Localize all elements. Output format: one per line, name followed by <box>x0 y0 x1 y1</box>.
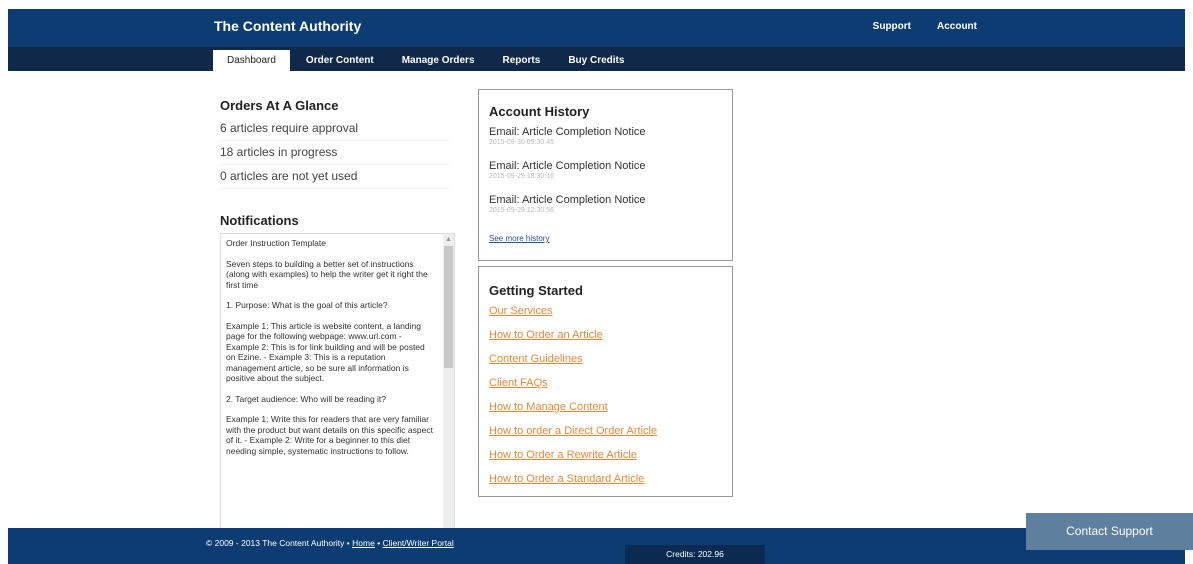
brand-title[interactable]: The Content Authority <box>214 18 361 34</box>
link-our-services[interactable]: Our Services <box>489 305 657 329</box>
scrollbar-thumb[interactable] <box>444 246 453 368</box>
notifications-panel[interactable]: Order Instruction Template Seven steps t… <box>220 233 455 530</box>
notification-paragraph: Example 1: This article is website conte… <box>226 320 425 384</box>
getting-started-title: Getting Started <box>489 283 583 298</box>
tab-dashboard[interactable]: Dashboard <box>213 50 290 71</box>
history-item-text: Email: Article Completion Notice <box>489 126 646 138</box>
glance-title: Orders At A Glance <box>220 98 339 113</box>
notifications-text: Order Instruction Template Seven steps t… <box>226 238 436 466</box>
history-item-date: 2015-09-29 18:30:16 <box>489 173 554 180</box>
footer-portal-link[interactable]: Client/Writer Portal <box>383 538 454 548</box>
tab-manage-orders[interactable]: Manage Orders <box>388 50 489 71</box>
link-direct-order-article[interactable]: How to order a Direct Order Article <box>489 425 657 449</box>
getting-started-links: Our Services How to Order an Article Con… <box>489 305 657 497</box>
history-item: Email: Article Completion Notice 2015-09… <box>489 126 719 146</box>
see-more-history-link[interactable]: See more history <box>489 234 549 243</box>
glance-line-unused: 0 articles are not yet used <box>220 165 450 189</box>
tab-reports[interactable]: Reports <box>489 50 555 71</box>
account-history-title: Account History <box>489 104 590 119</box>
account-history-panel: Account History Email: Article Completio… <box>478 89 733 261</box>
notification-paragraph: Example 1: Write this for readers that a… <box>226 414 433 456</box>
glance-line-approval: 6 articles require approval <box>220 117 450 141</box>
top-header-bar: The Content Authority Support Account <box>8 9 1185 47</box>
notification-paragraph: Order Instruction Template <box>226 238 326 248</box>
tab-order-content[interactable]: Order Content <box>292 50 388 71</box>
footer: © 2009 - 2013 The Content Authority • Ho… <box>8 528 1185 564</box>
footer-copyright: © 2009 - 2013 The Content Authority • Ho… <box>206 538 454 548</box>
getting-started-panel: Getting Started Our Services How to Orde… <box>478 266 733 497</box>
link-how-to-manage-content[interactable]: How to Manage Content <box>489 401 657 425</box>
main-nav: Dashboard Order Content Manage Orders Re… <box>8 47 1185 71</box>
footer-separator: • <box>377 538 381 548</box>
contact-support-button[interactable]: Contact Support <box>1026 513 1193 550</box>
notifications-title: Notifications <box>220 213 299 228</box>
link-rewrite-article[interactable]: How to Order a Rewrite Article <box>489 449 657 473</box>
nav-tabs: Dashboard Order Content Manage Orders Re… <box>213 50 638 71</box>
notification-paragraph: 2. Target audience: Who will be reading … <box>226 393 387 404</box>
glance-line-in-progress: 18 articles in progress <box>220 141 450 165</box>
history-item: Email: Article Completion Notice 2015-09… <box>489 160 719 180</box>
scroll-up-arrow-icon[interactable]: ▲ <box>445 236 452 244</box>
history-item-text: Email: Article Completion Notice <box>489 194 646 206</box>
credits-balance: Credits: 202.96 <box>625 545 765 564</box>
header-links: Support Account <box>873 21 977 32</box>
account-link[interactable]: Account <box>937 21 977 32</box>
support-link[interactable]: Support <box>873 21 911 32</box>
copyright-text: © 2009 - 2013 The Content Authority • <box>206 538 350 548</box>
history-item-date: 2015-09-30 09:30:45 <box>489 139 554 146</box>
orders-at-a-glance: Orders At A Glance 6 articles require ap… <box>220 98 450 189</box>
link-standard-article[interactable]: How to Order a Standard Article <box>489 473 657 497</box>
link-how-to-order-article[interactable]: How to Order an Article <box>489 329 657 353</box>
history-item-date: 2015-09-29 12:30:56 <box>489 207 554 214</box>
history-item: Email: Article Completion Notice 2015-09… <box>489 194 719 214</box>
notification-paragraph: 1. Purpose: What is the goal of this art… <box>226 300 388 310</box>
link-client-faqs[interactable]: Client FAQs <box>489 377 657 401</box>
notification-paragraph: Seven steps to building a better set of … <box>226 258 428 290</box>
link-content-guidelines[interactable]: Content Guidelines <box>489 353 657 377</box>
tab-buy-credits[interactable]: Buy Credits <box>554 50 638 71</box>
footer-home-link[interactable]: Home <box>352 538 375 548</box>
history-item-text: Email: Article Completion Notice <box>489 160 646 172</box>
notifications-scrollbar[interactable]: ▲ <box>443 234 454 529</box>
